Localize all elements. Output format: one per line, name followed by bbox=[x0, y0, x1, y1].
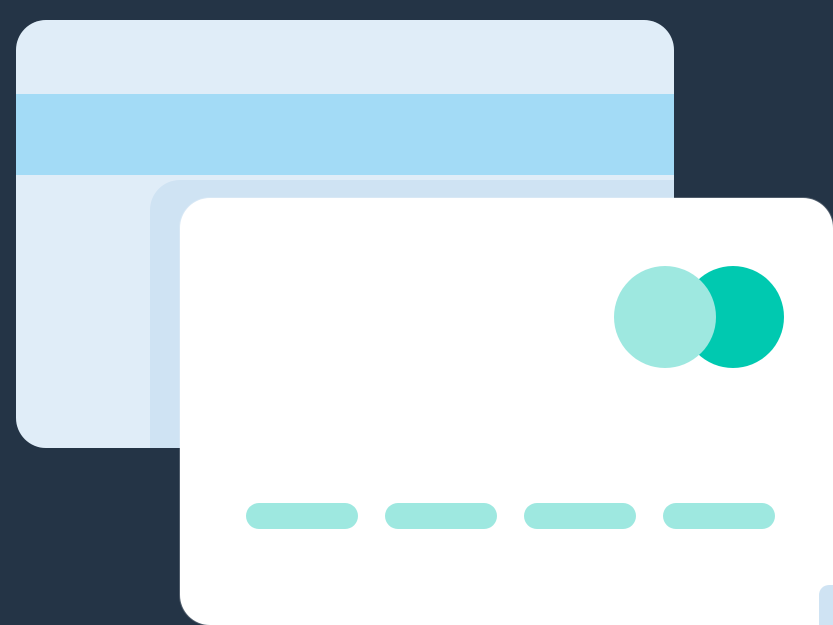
card-number-group bbox=[385, 503, 497, 529]
logo-circle-left bbox=[614, 266, 716, 368]
card-network-logo-icon bbox=[614, 266, 784, 368]
magnetic-stripe bbox=[16, 94, 674, 175]
card-number-placeholder bbox=[246, 503, 776, 529]
front-card bbox=[180, 198, 833, 625]
card-corner-edge bbox=[819, 585, 833, 625]
card-number-group bbox=[663, 503, 775, 529]
card-number-group bbox=[524, 503, 636, 529]
card-number-group bbox=[246, 503, 358, 529]
credit-cards-illustration bbox=[0, 0, 833, 625]
